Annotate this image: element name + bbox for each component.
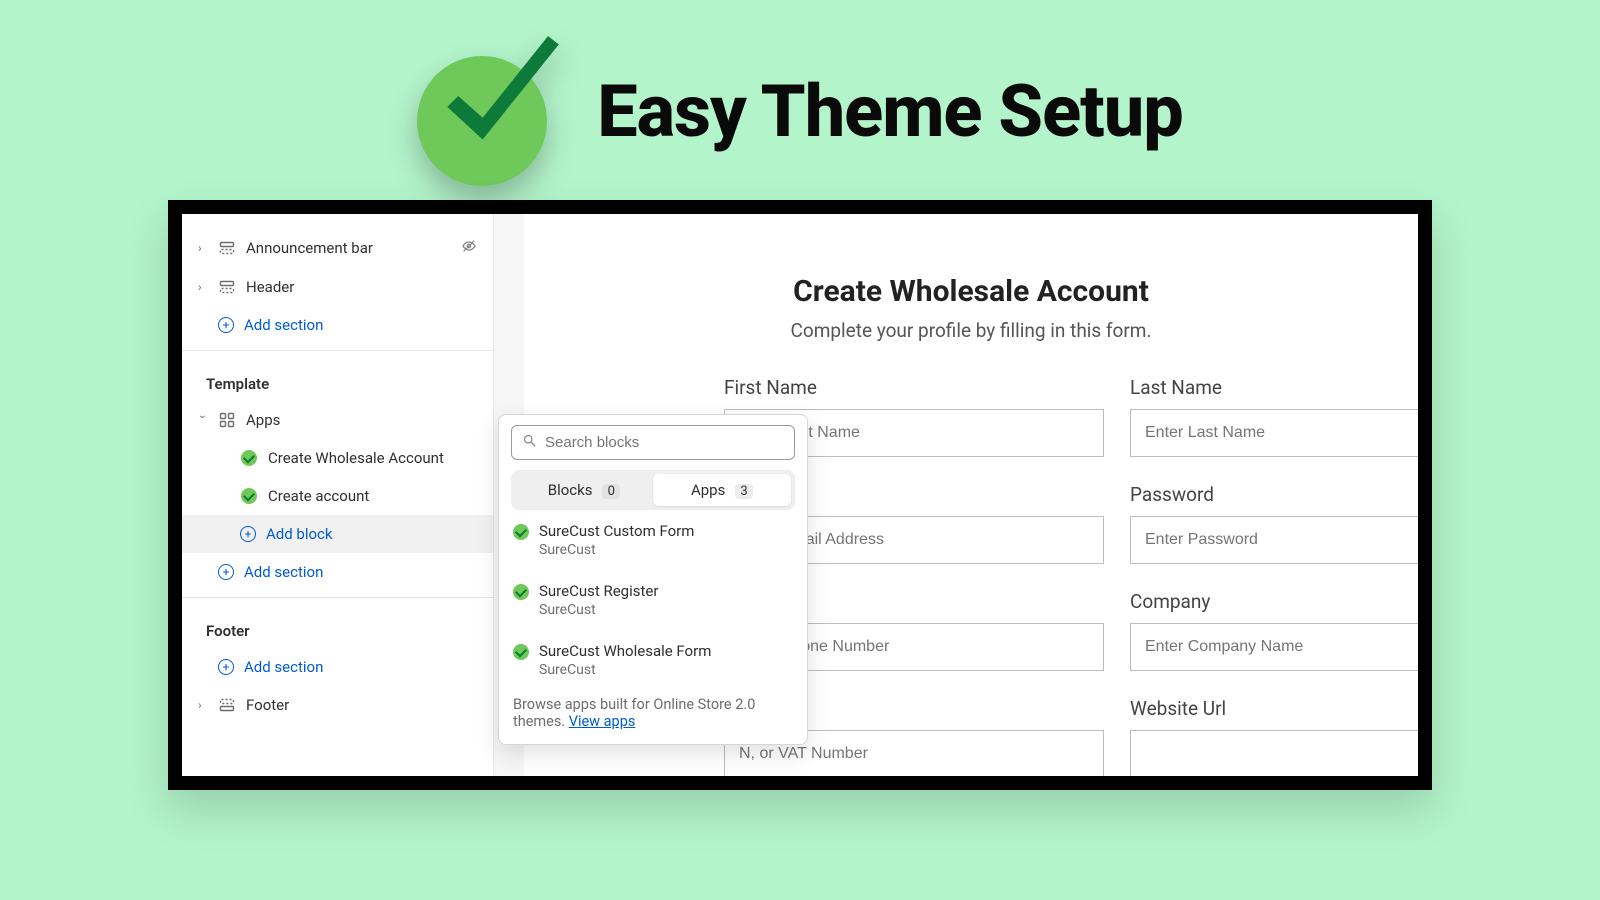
- template-heading: Template: [182, 357, 493, 401]
- app-item-wholesale-form[interactable]: SureCust Wholesale Form SureCust: [511, 630, 795, 690]
- field-company: Company: [1130, 590, 1418, 671]
- company-label: Company: [1130, 590, 1418, 613]
- sidebar-item-label: Create account: [268, 487, 369, 505]
- app-item-sub: SureCust: [539, 602, 658, 618]
- app-check-icon: [513, 584, 529, 600]
- divider: [182, 350, 493, 351]
- add-block-label: Add block: [266, 525, 333, 543]
- visibility-off-icon[interactable]: [461, 238, 477, 258]
- app-check-icon: [513, 644, 529, 660]
- add-block-button[interactable]: + Add block: [182, 515, 493, 553]
- field-last-name: Last Name: [1130, 376, 1418, 457]
- chevron-right-icon: ›: [198, 280, 208, 294]
- add-block-popover: Blocks 0 Apps 3 SureCust Custom Form Sur…: [498, 414, 808, 745]
- sidebar-item-header[interactable]: › Header: [182, 268, 493, 306]
- sidebar-item-announcement-bar[interactable]: › Announcement bar: [182, 228, 493, 268]
- sections-sidebar: › Announcement bar › Header + Add sectio…: [182, 214, 494, 776]
- app-item-title: SureCust Custom Form: [539, 522, 694, 540]
- plus-circle-icon: +: [218, 659, 234, 675]
- add-section-footer-button[interactable]: + Add section: [182, 648, 493, 686]
- search-icon: [522, 433, 537, 452]
- app-check-icon: [241, 450, 257, 466]
- hero-title: Easy Theme Setup: [597, 69, 1183, 154]
- sidebar-item-footer[interactable]: › Footer: [182, 686, 493, 724]
- add-section-label: Add section: [244, 563, 323, 581]
- password-input[interactable]: [1130, 516, 1418, 564]
- tab-blocks-label: Blocks: [548, 481, 593, 499]
- app-check-icon: [241, 488, 257, 504]
- footer-heading: Footer: [182, 604, 493, 648]
- tab-apps-count: 3: [735, 484, 753, 499]
- editor-screen: › Announcement bar › Header + Add sectio…: [182, 214, 1418, 776]
- chevron-right-icon: ›: [198, 698, 208, 712]
- section-icon: [218, 240, 236, 256]
- tab-apps[interactable]: Apps 3: [653, 474, 791, 506]
- checkmark-icon: [431, 28, 567, 164]
- plus-circle-icon: +: [218, 564, 234, 580]
- form-subtitle: Complete your profile by filling in this…: [524, 319, 1418, 342]
- sidebar-item-label: Apps: [246, 411, 477, 429]
- apps-icon: [218, 412, 236, 428]
- add-section-header-button[interactable]: + Add section: [182, 306, 493, 344]
- last-name-label: Last Name: [1130, 376, 1418, 399]
- company-input[interactable]: [1130, 623, 1418, 671]
- app-item-title: SureCust Wholesale Form: [539, 642, 711, 660]
- chevron-right-icon: ›: [198, 241, 208, 255]
- add-section-label: Add section: [244, 658, 323, 676]
- field-website: Website Url: [1130, 697, 1418, 776]
- app-check-icon: [513, 524, 529, 540]
- app-item-sub: SureCust: [539, 542, 694, 558]
- sidebar-item-label: Footer: [246, 696, 477, 714]
- chevron-down-icon: ›: [196, 415, 210, 425]
- sidebar-item-label: Create Wholesale Account: [268, 449, 444, 467]
- block-tabs: Blocks 0 Apps 3: [511, 470, 795, 510]
- tab-apps-label: Apps: [691, 481, 725, 499]
- search-blocks-input-wrap[interactable]: [511, 425, 795, 460]
- sidebar-item-create-wholesale[interactable]: Create Wholesale Account: [182, 439, 493, 477]
- cutoff-header-label: [182, 214, 493, 228]
- last-name-input[interactable]: [1130, 409, 1418, 457]
- footer-icon: [218, 697, 236, 713]
- add-section-label: Add section: [244, 316, 323, 334]
- app-item-title: SureCust Register: [539, 582, 658, 600]
- search-blocks-input[interactable]: [545, 434, 784, 451]
- sidebar-item-label: Header: [246, 278, 477, 296]
- view-apps-link[interactable]: View apps: [569, 713, 636, 730]
- screenshot-frame: › Announcement bar › Header + Add sectio…: [168, 200, 1432, 790]
- divider: [182, 597, 493, 598]
- app-item-register[interactable]: SureCust Register SureCust: [511, 570, 795, 630]
- tab-blocks-count: 0: [602, 484, 620, 499]
- sidebar-item-create-account[interactable]: Create account: [182, 477, 493, 515]
- section-icon: [218, 279, 236, 295]
- plus-circle-icon: +: [218, 317, 234, 333]
- website-input[interactable]: [1130, 730, 1418, 776]
- password-label: Password: [1130, 483, 1418, 506]
- first-name-label: First Name: [724, 376, 1104, 399]
- app-item-custom-form[interactable]: SureCust Custom Form SureCust: [511, 510, 795, 570]
- field-password: Password: [1130, 483, 1418, 564]
- sidebar-item-label: Announcement bar: [246, 239, 451, 257]
- plus-circle-icon: +: [240, 526, 256, 542]
- form-heading: Create Wholesale Account: [524, 274, 1418, 309]
- browse-apps-text: Browse apps built for Online Store 2.0 t…: [511, 690, 795, 730]
- checkmark-hero-icon: [417, 36, 567, 186]
- app-item-sub: SureCust: [539, 662, 711, 678]
- hero-banner: Easy Theme Setup: [0, 0, 1600, 206]
- website-label: Website Url: [1130, 697, 1418, 720]
- tab-blocks[interactable]: Blocks 0: [515, 474, 653, 506]
- sidebar-item-apps[interactable]: › Apps: [182, 401, 493, 439]
- add-section-template-button[interactable]: + Add section: [182, 553, 493, 591]
